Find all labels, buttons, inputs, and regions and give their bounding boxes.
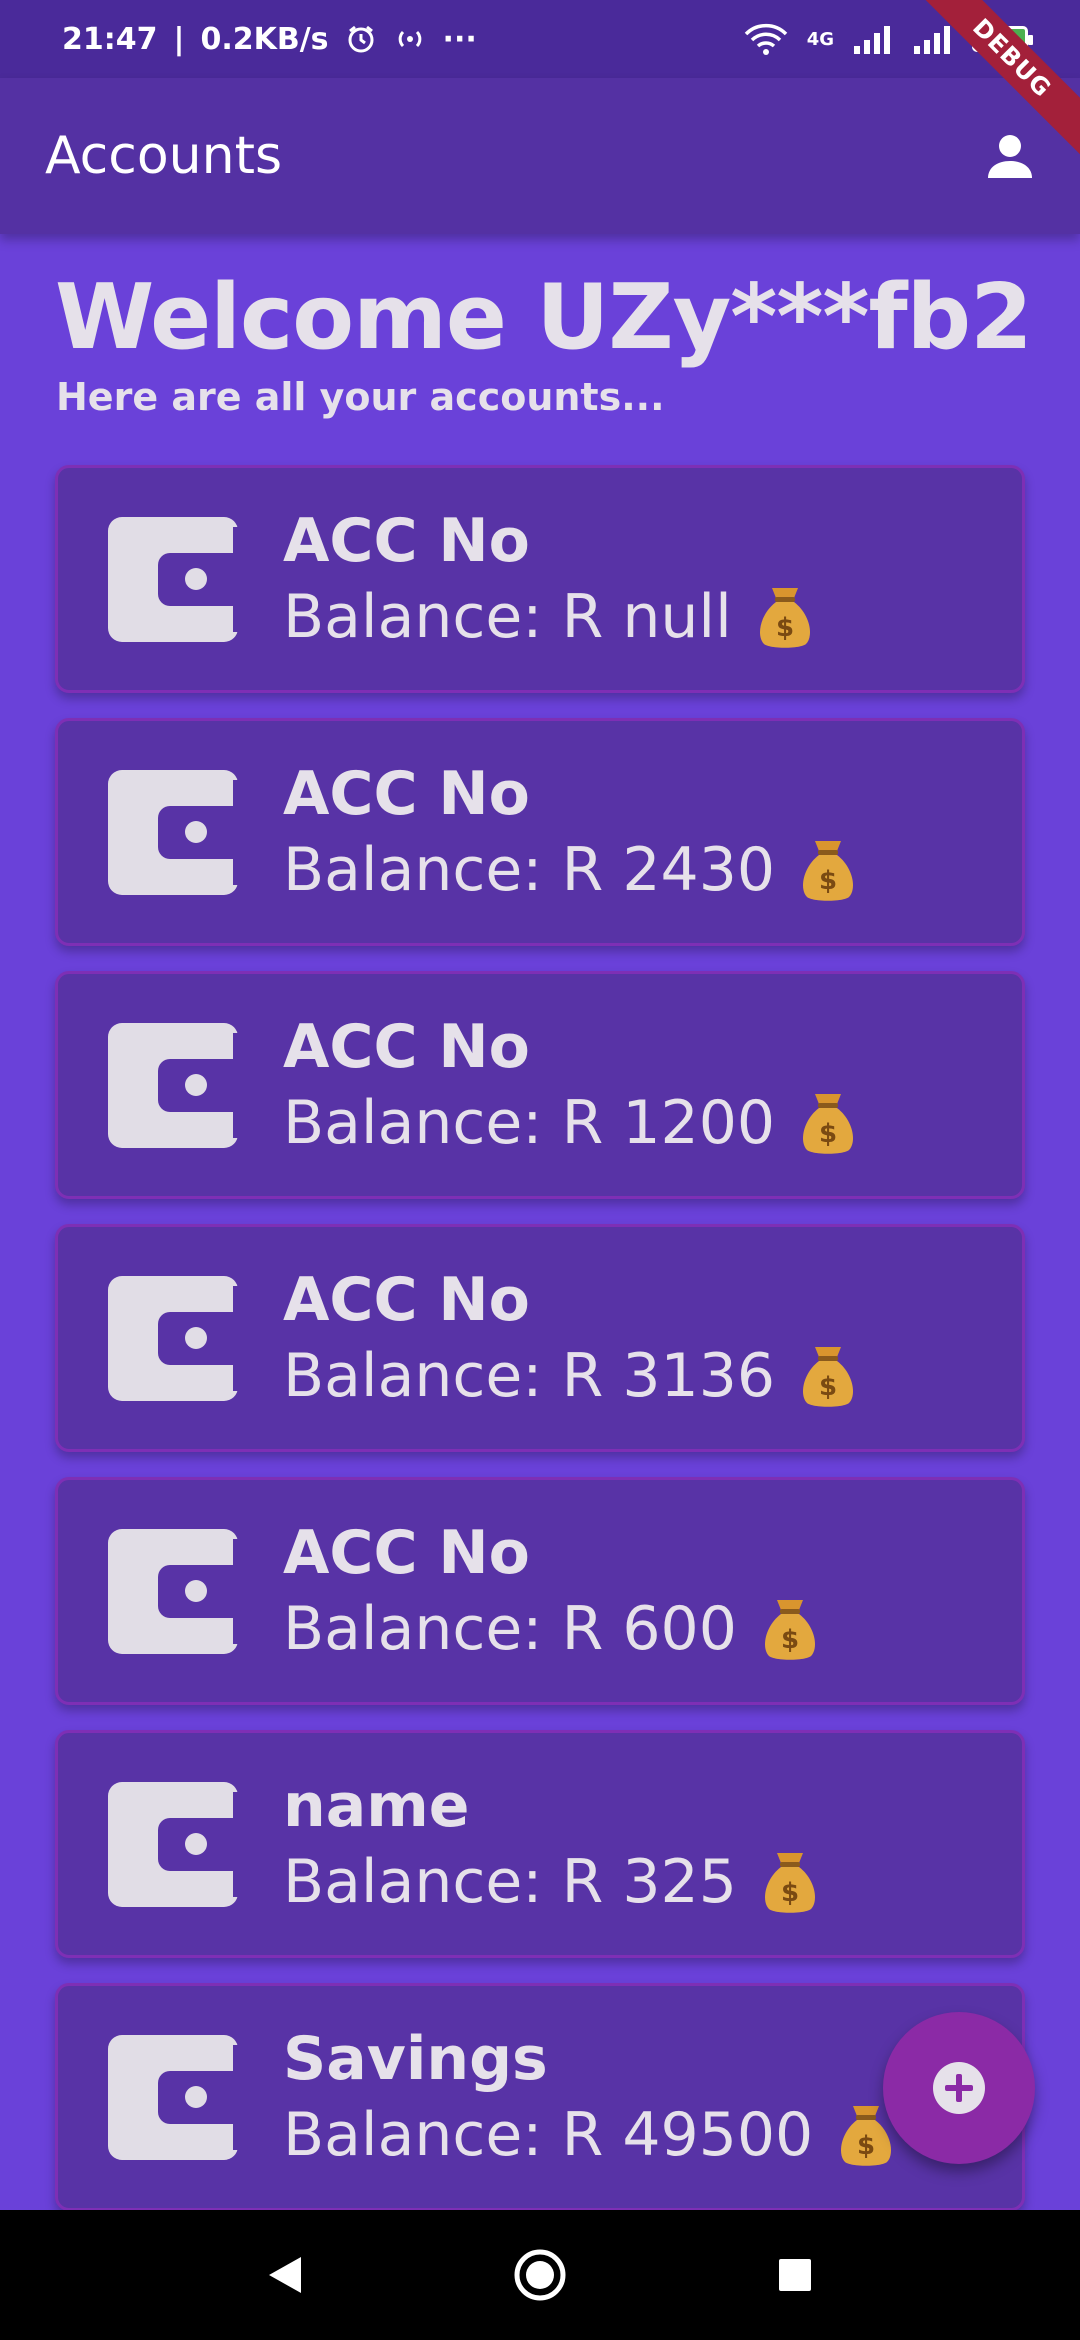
- account-text: ACC No Balance: R null $: [283, 503, 816, 655]
- wallet-icon: [108, 516, 238, 642]
- account-name: ACC No: [283, 1012, 530, 1082]
- status-left: 21:47 | 0.2KB/s ···: [62, 22, 477, 57]
- account-card[interactable]: ACC No Balance: R 3136 $: [55, 1224, 1025, 1452]
- status-time: 21:47: [62, 21, 158, 57]
- svg-text:$: $: [819, 1372, 837, 1402]
- person-icon[interactable]: [980, 126, 1040, 186]
- account-text: ACC No Balance: R 1200 $: [283, 1009, 859, 1161]
- account-name: ACC No: [283, 1518, 530, 1588]
- account-card[interactable]: ACC No Balance: R 1200 $: [55, 971, 1025, 1199]
- account-card[interactable]: name Balance: R 325 $: [55, 1730, 1025, 1958]
- wallet-icon: [108, 1022, 238, 1148]
- status-bar: 21:47 | 0.2KB/s ··· 4G 100: [0, 0, 1080, 78]
- alarm-icon: [345, 23, 377, 55]
- wifi-icon: [743, 22, 789, 56]
- system-nav-bar: [0, 2210, 1080, 2340]
- account-balance: Balance: R 325: [283, 1847, 737, 1917]
- status-right: 4G 100: [743, 22, 1033, 56]
- account-balance-line: Balance: R 1200 $: [283, 1085, 859, 1161]
- svg-text:$: $: [857, 2131, 875, 2161]
- account-balance-line: Balance: R 2430 $: [283, 832, 859, 908]
- svg-text:$: $: [781, 1625, 799, 1655]
- back-button[interactable]: [250, 2240, 320, 2310]
- money-bag-icon: $: [797, 1090, 859, 1156]
- money-bag-icon: $: [797, 1343, 859, 1409]
- account-balance: Balance: R 3136: [283, 1341, 776, 1411]
- account-balance: Balance: R 2430: [283, 835, 776, 905]
- welcome-subtitle: Here are all your accounts...: [56, 375, 665, 419]
- account-text: name Balance: R 325 $: [283, 1768, 821, 1920]
- network-type-label: 4G: [806, 28, 834, 50]
- home-circle-icon: [514, 2249, 566, 2301]
- account-card[interactable]: ACC No Balance: R 600 $: [55, 1477, 1025, 1705]
- account-balance-line: Balance: R null $: [283, 579, 816, 655]
- account-name: ACC No: [283, 506, 530, 576]
- hotspot-icon: [393, 25, 427, 53]
- account-card[interactable]: Savings Balance: R 49500 $: [55, 1983, 1025, 2211]
- account-text: ACC No Balance: R 600 $: [283, 1515, 821, 1667]
- welcome-heading: Welcome UZy***fb2: [55, 265, 1033, 370]
- account-text: ACC No Balance: R 3136 $: [283, 1262, 859, 1414]
- status-separator: |: [173, 21, 185, 57]
- add-account-button[interactable]: [883, 2012, 1035, 2164]
- money-bag-icon: $: [759, 1849, 821, 1915]
- home-button[interactable]: [505, 2240, 575, 2310]
- account-balance: Balance: R 1200: [283, 1088, 776, 1158]
- wallet-icon: [108, 2034, 238, 2160]
- account-name: ACC No: [283, 1265, 530, 1335]
- account-balance-line: Balance: R 3136 $: [283, 1338, 859, 1414]
- wallet-icon: [108, 1781, 238, 1907]
- account-balance: Balance: R null: [283, 582, 732, 652]
- account-balance: Balance: R 49500: [283, 2100, 814, 2170]
- money-bag-icon: $: [759, 1596, 821, 1662]
- account-balance-line: Balance: R 600 $: [283, 1591, 821, 1667]
- svg-text:$: $: [819, 866, 837, 896]
- app-bar: Accounts: [0, 78, 1080, 234]
- signal-icon: [852, 24, 894, 54]
- money-bag-icon: $: [754, 584, 816, 650]
- battery-level: 100: [983, 29, 1017, 49]
- back-triangle-icon: [269, 2257, 301, 2293]
- svg-text:$: $: [781, 1878, 799, 1908]
- wallet-icon: [108, 1528, 238, 1654]
- wallet-icon: [108, 769, 238, 895]
- signal-icon-secondary: [912, 24, 954, 54]
- account-name: Savings: [283, 2024, 548, 2094]
- account-balance-line: Balance: R 49500 $: [283, 2097, 897, 2173]
- recents-button[interactable]: [760, 2240, 830, 2310]
- wallet-icon: [108, 1275, 238, 1401]
- recents-square-icon: [779, 2259, 811, 2291]
- account-balance: Balance: R 600: [283, 1594, 737, 1664]
- account-text: Savings Balance: R 49500 $: [283, 2021, 897, 2173]
- battery-icon: 100: [972, 26, 1033, 52]
- add-icon: [933, 2062, 985, 2114]
- account-name: ACC No: [283, 759, 530, 829]
- account-text: ACC No Balance: R 2430 $: [283, 756, 859, 908]
- account-card[interactable]: ACC No Balance: R 2430 $: [55, 718, 1025, 946]
- account-card[interactable]: ACC No Balance: R null $: [55, 465, 1025, 693]
- status-network-speed: 0.2KB/s: [200, 21, 329, 57]
- account-balance-line: Balance: R 325 $: [283, 1844, 821, 1920]
- svg-text:$: $: [776, 613, 794, 643]
- svg-text:$: $: [819, 1119, 837, 1149]
- status-more: ···: [442, 21, 477, 57]
- account-name: name: [283, 1771, 470, 1841]
- app-bar-title: Accounts: [45, 126, 283, 186]
- money-bag-icon: $: [797, 837, 859, 903]
